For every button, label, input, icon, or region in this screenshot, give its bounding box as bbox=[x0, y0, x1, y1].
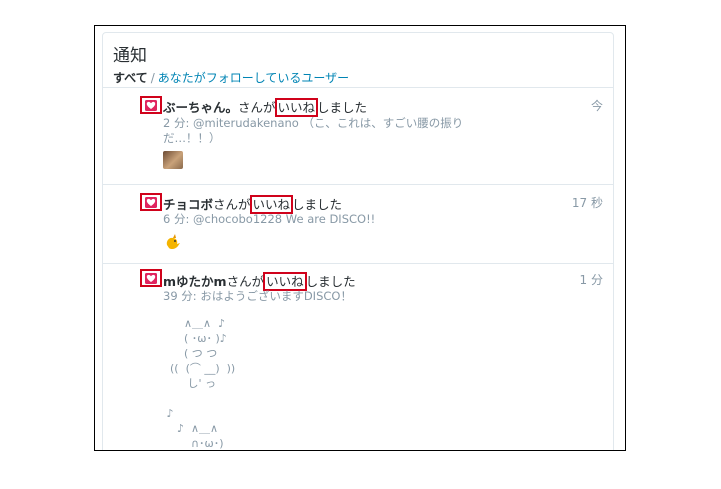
user-name-link[interactable]: mゆたかm bbox=[163, 274, 227, 289]
notifications-panel: 通知 すべて / あなたがフォローしているユーザー ぶーちゃん。さんが いいね しました… bbox=[102, 32, 614, 450]
tab-separator: / bbox=[150, 71, 155, 85]
timestamp[interactable]: 1 分 bbox=[580, 271, 603, 288]
notification-suffix: さんが bbox=[213, 197, 251, 212]
ascii-art: ∧＿∧ ♪ ( ･ω･ )♪ ( つ つ (( (⌒ __) )) し' っ ♪… bbox=[166, 317, 236, 450]
notification-suffix: さんが bbox=[226, 274, 265, 289]
tweet-preview-line: 6 分: @chocobo1228 We are DISCO!! bbox=[163, 212, 376, 226]
like-word-highlight: いいね bbox=[274, 98, 319, 117]
notifications-header: 通知 すべて / あなたがフォローしているユーザー bbox=[103, 33, 613, 88]
notification-action: しました bbox=[305, 274, 356, 289]
notification-item[interactable]: チョコボさんが いいね しました 17 秒 6 分: @chocobo1228 We… bbox=[103, 185, 613, 264]
heart-icon bbox=[140, 193, 162, 211]
notification-action: しました bbox=[292, 197, 343, 212]
avatar[interactable] bbox=[163, 151, 183, 169]
notification-text: チョコボさんが いいね しました bbox=[163, 194, 343, 214]
tweet-preview[interactable]: 6 分: @chocobo1228 We are DISCO!! bbox=[163, 212, 375, 227]
notification-text: mゆたかmさんが いいね しました bbox=[163, 271, 356, 291]
heart-icon bbox=[140, 96, 162, 114]
notification-suffix: さんが bbox=[238, 100, 276, 115]
timestamp[interactable]: 17 秒 bbox=[572, 194, 603, 211]
heart-icon bbox=[140, 269, 162, 287]
tweet-preview[interactable]: 39 分: おはようございますDISCO！ bbox=[163, 289, 352, 304]
tweet-preview-line: だ…！！） bbox=[163, 131, 221, 145]
page-title: 通知 bbox=[113, 46, 147, 66]
timestamp[interactable]: 今 bbox=[591, 97, 603, 114]
user-name-link[interactable]: ぶーちゃん。 bbox=[163, 100, 238, 115]
screenshot-frame: 通知 すべて / あなたがフォローしているユーザー ぶーちゃん。さんが いいね しました… bbox=[94, 25, 626, 451]
tweet-preview-line: 2 分: @miterudakenano （こ、これは、すごい腰の振り bbox=[163, 116, 464, 130]
tweet-preview-line: 39 分: おはようございますDISCO！ bbox=[163, 289, 352, 303]
avatar[interactable] bbox=[163, 233, 183, 251]
notification-filter-nav: すべて / あなたがフォローしているユーザー bbox=[113, 69, 349, 86]
tab-following[interactable]: あなたがフォローしているユーザー bbox=[158, 71, 349, 85]
notification-action: しました bbox=[317, 100, 368, 115]
notification-item[interactable]: mゆたかmさんが いいね しました 1 分 39 分: おはようございますDISCO… bbox=[103, 264, 613, 450]
user-name-link[interactable]: チョコボ bbox=[163, 197, 213, 212]
tweet-preview[interactable]: 2 分: @miterudakenano （こ、これは、すごい腰の振り だ…！！… bbox=[163, 116, 463, 146]
notification-item[interactable]: ぶーちゃん。さんが いいね しました 今 2 分: @miterudakenano … bbox=[103, 88, 613, 185]
tab-all[interactable]: すべて bbox=[113, 71, 148, 85]
notification-text: ぶーちゃん。さんが いいね しました bbox=[163, 97, 368, 117]
